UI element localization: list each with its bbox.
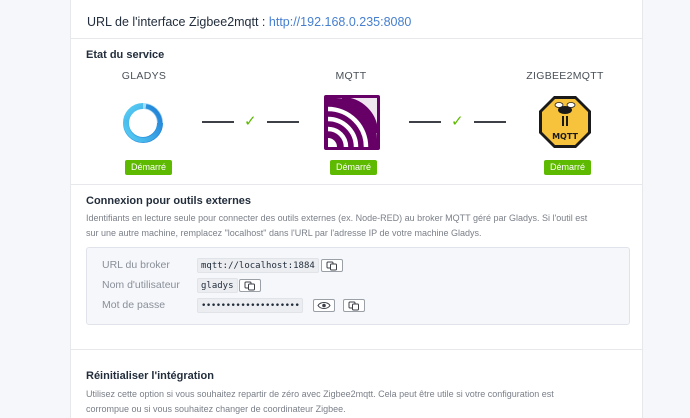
external-tools-description: Identifiants en lecture seule pour conne…	[86, 211, 631, 241]
service-status-title: Etat du service	[86, 49, 165, 61]
description-line: corrompue ou si vous souhaitez changer d…	[86, 404, 346, 414]
gladys-status-badge: Démarré	[125, 160, 173, 175]
username-label: Nom d'utilisateur	[102, 279, 180, 291]
mqtt-logo-icon	[324, 95, 380, 150]
zigbee2mqtt-logo-icon: MQTT	[538, 95, 592, 149]
zigbee2mqtt-url-row: URL de l'interface Zigbee2mqtt : http://…	[87, 15, 411, 29]
divider	[71, 38, 642, 39]
description-line: sur une autre machine, remplacez "localh…	[86, 228, 482, 238]
service-label-gladys: GLADYS	[121, 70, 167, 82]
url-label: URL de l'interface Zigbee2mqtt :	[87, 15, 266, 29]
password-label: Mot de passe	[102, 299, 166, 311]
divider	[71, 184, 642, 185]
copy-icon	[348, 301, 359, 310]
svg-text:MQTT: MQTT	[552, 132, 578, 141]
copy-broker-url-button[interactable]	[321, 259, 343, 272]
zigbee2mqtt-url-link[interactable]: http://192.168.0.235:8080	[269, 15, 412, 29]
copy-password-button[interactable]	[343, 299, 365, 312]
broker-url-value: mqtt://localhost:1884	[197, 258, 319, 273]
external-tools-title: Connexion pour outils externes	[86, 195, 252, 207]
check-icon: ✓	[244, 113, 257, 130]
service-label-mqtt: MQTT	[335, 70, 367, 82]
credentials-box: URL du broker mqtt://localhost:1884 Nom …	[86, 247, 630, 325]
username-value: gladys	[197, 278, 238, 293]
description-line: Utilisez cette option si vous souhaitez …	[86, 389, 554, 399]
show-password-button[interactable]	[313, 299, 335, 312]
mqtt-status-badge: Démarré	[330, 160, 378, 175]
eye-icon	[317, 302, 331, 309]
copy-icon	[244, 281, 255, 290]
reset-integration-title: Réinitialiser l'intégration	[86, 370, 214, 382]
zigbee2mqtt-status-badge: Démarré	[544, 160, 592, 175]
gladys-logo-icon	[121, 101, 165, 145]
copy-username-button[interactable]	[239, 279, 261, 292]
reset-integration-card: Réinitialiser l'intégration Utilisez cet…	[70, 349, 643, 418]
mqtt-zigbee2mqtt-connector: ✓	[409, 114, 506, 129]
password-value: ••••••••••••••••••••	[197, 298, 304, 313]
gladys-mqtt-connector: ✓	[202, 114, 299, 129]
check-icon: ✓	[451, 113, 464, 130]
description-line: Identifiants en lecture seule pour conne…	[86, 213, 588, 223]
service-label-zigbee2mqtt: ZIGBEE2MQTT	[526, 70, 604, 82]
copy-icon	[326, 261, 337, 270]
reset-integration-description: Utilisez cette option si vous souhaitez …	[86, 387, 631, 417]
broker-url-label: URL du broker	[102, 259, 170, 271]
